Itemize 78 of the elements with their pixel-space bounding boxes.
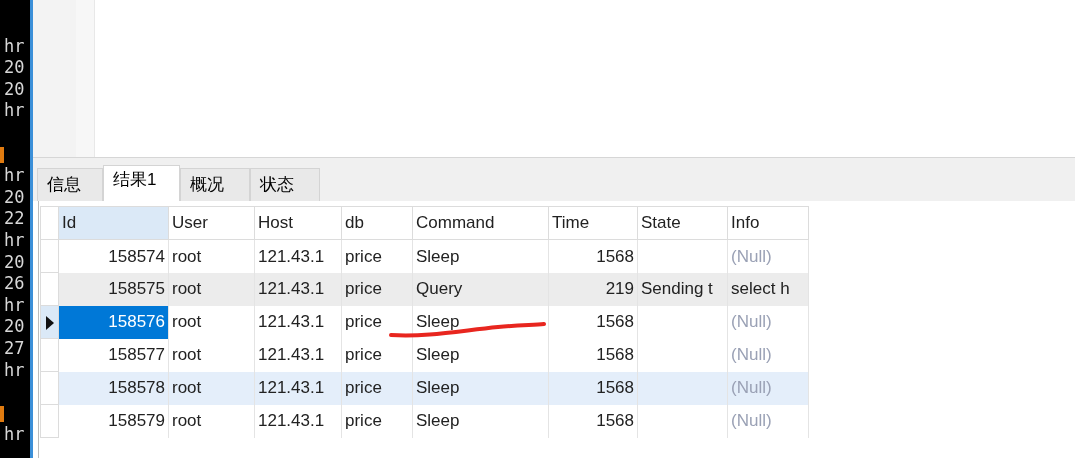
column-header[interactable]: Time xyxy=(548,206,638,240)
table-cell: 1568 xyxy=(548,404,638,438)
table-cell: 121.43.1 xyxy=(254,239,342,273)
table-cell: 158574 xyxy=(58,239,169,273)
terminal-text: hr xyxy=(3,424,25,445)
table-cell: 121.43.1 xyxy=(254,305,342,339)
table-cell: price xyxy=(341,272,413,306)
table-cell: price xyxy=(341,404,413,438)
table-cell: 1568 xyxy=(548,305,638,339)
tab[interactable]: 状态 xyxy=(250,168,320,201)
terminal-text: 27 xyxy=(3,337,25,358)
table-cell: 121.43.1 xyxy=(254,404,342,438)
terminal-text: 20 xyxy=(3,186,25,207)
terminal-text: hr xyxy=(3,100,25,121)
table-row[interactable]: 158574 root 121.43.1 price Sleep 1568 (Null) xyxy=(40,239,809,273)
table-cell: price xyxy=(341,371,413,405)
column-header[interactable]: Id xyxy=(58,206,169,240)
table-row[interactable]: 158576 root 121.43.1 price Sleep 1568 (Null) xyxy=(40,305,809,339)
table-cell: 158578 xyxy=(58,371,169,405)
terminal-text: 20 xyxy=(3,78,25,99)
table-row[interactable]: 158578 root 121.43.1 price Sleep 1568 (Null) xyxy=(40,371,809,405)
table-cell: 158576 xyxy=(58,305,169,339)
terminal-cursor xyxy=(0,405,4,422)
table-cell: (Null) xyxy=(727,338,809,372)
tab[interactable]: 信息 xyxy=(37,168,103,201)
table-cell: (Null) xyxy=(727,404,809,438)
table-cell: 158577 xyxy=(58,338,169,372)
terminal-text: 20 xyxy=(3,251,25,272)
tab[interactable]: 概况 xyxy=(180,168,250,201)
table-cell: 121.43.1 xyxy=(254,338,342,372)
table-cell: 1568 xyxy=(548,371,638,405)
terminal-text: hr xyxy=(3,359,25,380)
terminal-text: hr xyxy=(3,294,25,315)
row-pointer-icon xyxy=(44,314,55,331)
table-cell: price xyxy=(341,239,413,273)
table-cell: Sleep xyxy=(412,239,549,273)
column-header[interactable]: State xyxy=(637,206,728,240)
table-cell: 158579 xyxy=(58,404,169,438)
table-cell: 1568 xyxy=(548,338,638,372)
table-cell: 1568 xyxy=(548,239,638,273)
terminal-cursor xyxy=(0,146,4,163)
table-cell: root xyxy=(168,272,255,306)
terminal-text: hr xyxy=(3,165,25,186)
column-header[interactable]: db xyxy=(341,206,413,240)
table-cell: root xyxy=(168,404,255,438)
table-cell: Sleep xyxy=(412,338,549,372)
table-cell: 121.43.1 xyxy=(254,371,342,405)
table-cell: Query xyxy=(412,272,549,306)
table-cell: select h xyxy=(727,272,809,306)
tab[interactable]: 结果1 xyxy=(103,165,180,202)
table-row[interactable]: 158579 root 121.43.1 price Sleep 1568 (Null) xyxy=(40,404,809,438)
table-cell: Sending t xyxy=(637,272,728,306)
terminal-text: 20 xyxy=(3,316,25,337)
table-cell: root xyxy=(168,338,255,372)
terminal-text: hr xyxy=(3,35,25,56)
terminal-text: hr xyxy=(3,229,25,250)
table-cell: Sleep xyxy=(412,404,549,438)
table-cell: root xyxy=(168,239,255,273)
column-header[interactable]: Host xyxy=(254,206,342,240)
table-cell: 158575 xyxy=(58,272,169,306)
table-cell: 219 xyxy=(548,272,638,306)
terminal-text: 26 xyxy=(3,273,25,294)
table-cell: 121.43.1 xyxy=(254,272,342,306)
table-cell: (Null) xyxy=(727,371,809,405)
column-header[interactable]: Info xyxy=(727,206,809,240)
column-header[interactable]: User xyxy=(168,206,255,240)
column-header[interactable]: Command xyxy=(412,206,549,240)
table-cell: root xyxy=(168,305,255,339)
table-row[interactable]: 158577 root 121.43.1 price Sleep 1568 (Null) xyxy=(40,338,809,372)
table-row[interactable]: 158575 root 121.43.1 price Query 219 Sending t select h xyxy=(40,272,809,306)
terminal-text: 22 xyxy=(3,208,25,229)
terminal-text: 20 xyxy=(3,57,25,78)
table-cell: Sleep xyxy=(412,371,549,405)
table-cell: (Null) xyxy=(727,239,809,273)
table-cell: price xyxy=(341,305,413,339)
table-cell: root xyxy=(168,371,255,405)
table-cell: (Null) xyxy=(727,305,809,339)
table-cell: price xyxy=(341,338,413,372)
